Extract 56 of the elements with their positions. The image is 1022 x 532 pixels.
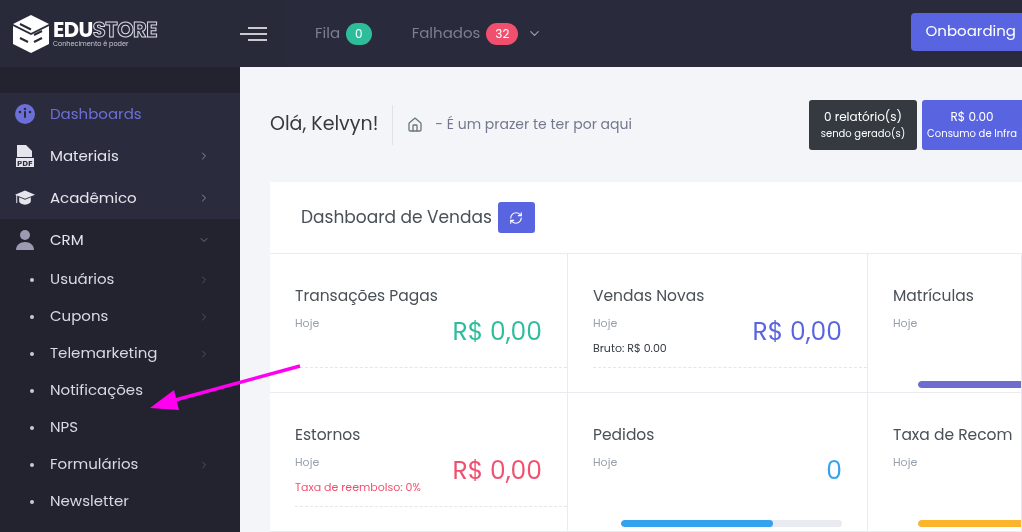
- onboarding-button[interactable]: Onboarding: [910, 12, 1022, 51]
- card-title: Pedidos: [593, 423, 655, 447]
- sidebar-subitem[interactable]: Cupons: [0, 298, 240, 335]
- refresh-icon: [509, 210, 524, 225]
- dashboard-title: Dashboard de Vendas: [301, 204, 492, 231]
- user-icon: [16, 230, 34, 250]
- period-label: Hoje: [593, 454, 618, 471]
- period-label: Hoje: [893, 315, 918, 332]
- card-title: Matrículas: [893, 284, 974, 308]
- period-label: Hoje: [893, 454, 918, 471]
- card-value: R$ 0,00: [752, 319, 842, 352]
- count-badge: 32: [486, 22, 519, 45]
- bullet-icon: [30, 425, 34, 430]
- bullet-icon: [30, 314, 34, 319]
- refresh-button[interactable]: [497, 202, 535, 233]
- card-value: 0: [826, 458, 842, 491]
- brand-name: EDU: [53, 19, 93, 41]
- reports-caption: sendo gerado(s): [820, 126, 906, 141]
- sidebar-subitem[interactable]: Newsletter: [0, 483, 240, 520]
- card-value: R$ 0,00: [452, 458, 542, 491]
- count-badge: 0: [346, 22, 372, 45]
- period-label: Hoje: [295, 315, 320, 332]
- bullet-icon: [30, 277, 34, 282]
- sidebar-subitem[interactable]: Telemarketing: [0, 335, 240, 372]
- card-value: R$ 0,00: [452, 319, 542, 352]
- queue-label[interactable]: Fila: [315, 22, 341, 45]
- bullet-icon: [30, 388, 34, 393]
- bullet-icon: [30, 462, 34, 467]
- reports-count: 0 relatório(s): [823, 108, 902, 126]
- cube-logo-icon: [12, 13, 50, 54]
- breadcrumb-text: - É um prazer te ter por aqui: [435, 114, 632, 135]
- period-label: Hoje: [593, 315, 619, 332]
- home-icon[interactable]: [407, 116, 424, 133]
- card-note: Bruto: R$ 0.00: [593, 339, 667, 357]
- card-title: Transações Pagas: [295, 284, 438, 308]
- sidebar-subitem[interactable]: NPS: [0, 409, 240, 446]
- bullet-icon: [30, 351, 34, 356]
- period-label: Hoje: [295, 454, 321, 471]
- greeting-title: Olá, Kelvyn!: [270, 110, 379, 139]
- card-title: Vendas Novas: [593, 284, 705, 308]
- infra-value: R$ 0.00: [950, 108, 994, 126]
- card-title: Estornos: [295, 423, 361, 447]
- brand-name-outline: STORE: [92, 19, 158, 41]
- infra-label: Consumo de Infra: [927, 126, 1017, 141]
- card-note: Taxa de reembolso: 0%: [295, 478, 421, 496]
- queue-label[interactable]: Falhados: [411, 22, 481, 45]
- bullet-icon: [30, 499, 34, 504]
- gauge-icon: [15, 104, 35, 124]
- card-title: Taxa de Recom: [893, 423, 1013, 447]
- sidebar-item[interactable]: CRM: [0, 219, 240, 261]
- sidebar-item[interactable]: Acadêmico: [0, 177, 240, 219]
- sidebar-subitem[interactable]: Usuários: [0, 261, 240, 298]
- menu-icon[interactable]: [240, 26, 267, 41]
- sidebar-subitem[interactable]: Formulários: [0, 446, 240, 483]
- graduation-cap-icon: [15, 188, 35, 208]
- sidebar-subitem[interactable]: Notificações: [0, 372, 240, 409]
